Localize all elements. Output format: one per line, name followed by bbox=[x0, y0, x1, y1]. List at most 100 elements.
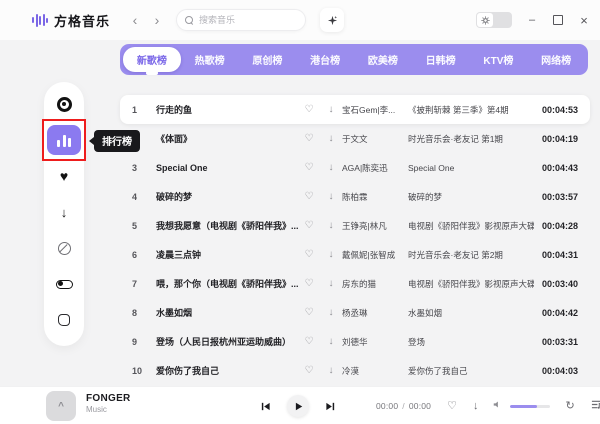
minimize-button[interactable]: – bbox=[526, 14, 538, 26]
tab[interactable]: 欧美榜 bbox=[354, 47, 412, 72]
like-button[interactable]: ♡ bbox=[298, 163, 320, 173]
maximize-button[interactable] bbox=[552, 14, 564, 26]
tab-label: 日韩榜 bbox=[426, 52, 456, 67]
like-button[interactable]: ♡ bbox=[447, 401, 457, 412]
download-button[interactable]: ↓ bbox=[320, 366, 342, 376]
app-title: 方格音乐 bbox=[54, 11, 110, 30]
song-duration: 00:03:40 bbox=[534, 279, 578, 289]
album-thumb[interactable]: ^ bbox=[46, 391, 76, 421]
song-album: 时光音乐会·老友记 第2期 bbox=[402, 249, 534, 261]
like-button[interactable]: ♡ bbox=[298, 105, 320, 115]
tab-label: 新歌榜 bbox=[137, 52, 167, 67]
song-row[interactable]: 10 爱你伤了我自己 ♡ ↓ 冷漠 爱你伤了我自己 00:04:03 bbox=[120, 356, 590, 385]
song-row[interactable]: 1 行走的鱼 ♡ ↓ 宝石Gem|李... 《披荆斩棘 第三季》第4期 00:0… bbox=[120, 95, 590, 124]
like-button[interactable]: ♡ bbox=[298, 221, 320, 231]
song-row[interactable]: 3 Special One ♡ ↓ AGA|陈奕迅 Special One 00… bbox=[120, 153, 590, 182]
disc-icon bbox=[57, 97, 72, 112]
download-button[interactable]: ↓ bbox=[320, 134, 342, 144]
sidebar-item-theme[interactable] bbox=[44, 302, 84, 338]
like-button[interactable]: ♡ bbox=[298, 279, 320, 289]
tab[interactable]: 热歌榜 bbox=[181, 47, 239, 72]
sidebar-item-restricted[interactable] bbox=[44, 230, 84, 266]
like-button[interactable]: ♡ bbox=[298, 134, 320, 144]
theme-toggle[interactable] bbox=[476, 12, 512, 28]
heart-outline-icon: ♡ bbox=[305, 104, 314, 115]
song-artist: 陈柏霖 bbox=[342, 191, 402, 203]
song-index: 1 bbox=[132, 105, 156, 115]
song-row[interactable]: 7 喂，那个你（电视剧《骄阳伴我》... ♡ ↓ 房东的猫 电视剧《骄阳伴我》影… bbox=[120, 269, 590, 298]
play-button[interactable] bbox=[287, 395, 309, 417]
download-icon: ↓ bbox=[329, 220, 334, 231]
tab[interactable]: 日韩榜 bbox=[412, 47, 470, 72]
tab[interactable]: KTV榜 bbox=[470, 47, 528, 72]
chevron-left-icon: ‹ bbox=[133, 12, 138, 28]
like-button[interactable]: ♡ bbox=[298, 366, 320, 376]
song-row[interactable]: 8 水墨如烟 ♡ ↓ 杨丞琳 水墨如烟 00:04:42 bbox=[120, 298, 590, 327]
heart-outline-icon: ♡ bbox=[305, 249, 314, 260]
download-button[interactable]: ↓ bbox=[320, 337, 342, 347]
download-button[interactable]: ↓ bbox=[320, 163, 342, 173]
tab[interactable]: 网络榜 bbox=[527, 47, 585, 72]
heart-outline-icon: ♡ bbox=[305, 191, 314, 202]
brand-subtitle: Music bbox=[86, 405, 131, 414]
next-button[interactable] bbox=[325, 401, 336, 412]
download-icon: ↓ bbox=[329, 104, 334, 115]
back-button[interactable]: ‹ bbox=[128, 13, 142, 27]
song-title: 行走的鱼 bbox=[156, 103, 298, 116]
tooltip-label: 排行榜 bbox=[102, 137, 132, 148]
download-button[interactable]: ↓ bbox=[320, 105, 342, 115]
download-icon: ↓ bbox=[61, 206, 68, 219]
song-album: 时光音乐会·老友记 第1期 bbox=[402, 133, 534, 145]
search-input[interactable] bbox=[199, 15, 289, 25]
sidebar-item-favorites[interactable]: ♥ bbox=[44, 158, 84, 194]
ban-icon bbox=[58, 242, 71, 255]
download-button[interactable]: ↓ bbox=[320, 221, 342, 231]
song-artist: 宝石Gem|李... bbox=[342, 104, 402, 116]
close-button[interactable]: × bbox=[578, 14, 590, 26]
sidebar-item-switch[interactable] bbox=[44, 266, 84, 302]
volume-button[interactable] bbox=[493, 400, 502, 412]
playlist-button[interactable] bbox=[591, 399, 600, 413]
repeat-button[interactable]: ↻ bbox=[566, 401, 575, 412]
sidebar: ♥ ↓ bbox=[44, 82, 84, 346]
previous-icon bbox=[260, 401, 271, 412]
like-button[interactable]: ♡ bbox=[298, 308, 320, 318]
download-button[interactable]: ↓ bbox=[473, 401, 479, 412]
tab[interactable]: 新歌榜 bbox=[123, 47, 181, 72]
like-button[interactable]: ♡ bbox=[298, 250, 320, 260]
song-row[interactable]: 2 《体面》 ♡ ↓ 于文文 时光音乐会·老友记 第1期 00:04:19 bbox=[120, 124, 590, 153]
download-icon: ↓ bbox=[329, 133, 334, 144]
song-artist: 房东的猫 bbox=[342, 278, 402, 290]
sidebar-item-music[interactable] bbox=[44, 86, 84, 122]
song-album: 破碎的梦 bbox=[402, 191, 534, 203]
previous-button[interactable] bbox=[260, 401, 271, 412]
sparkle-button[interactable] bbox=[320, 8, 344, 32]
like-button[interactable]: ♡ bbox=[298, 337, 320, 347]
volume-slider[interactable] bbox=[510, 405, 550, 408]
search-box[interactable] bbox=[176, 9, 306, 31]
like-button[interactable]: ♡ bbox=[298, 192, 320, 202]
volume-icon bbox=[493, 400, 502, 409]
song-row[interactable]: 4 破碎的梦 ♡ ↓ 陈柏霖 破碎的梦 00:03:57 bbox=[120, 182, 590, 211]
sidebar-item-downloads[interactable]: ↓ bbox=[44, 194, 84, 230]
song-row[interactable]: 5 我想我愿意（电视剧《骄阳伴我》... ♡ ↓ 王铮亮|林凡 电视剧《骄阳伴我… bbox=[120, 211, 590, 240]
song-row[interactable]: 9 登场（人民日报杭州亚运助威曲） ♡ ↓ 刘德华 登场 00:03:31 bbox=[120, 327, 590, 356]
song-artist: 冷漠 bbox=[342, 365, 402, 377]
song-row[interactable]: 6 凌晨三点钟 ♡ ↓ 戴佩妮|张智成 时光音乐会·老友记 第2期 00:04:… bbox=[120, 240, 590, 269]
tab[interactable]: 原创榜 bbox=[239, 47, 297, 72]
time-display: 00:00/00:00 bbox=[376, 401, 431, 411]
download-icon: ↓ bbox=[329, 191, 334, 202]
song-title: 我想我愿意（电视剧《骄阳伴我》... bbox=[156, 219, 298, 232]
tab[interactable]: 港台榜 bbox=[296, 47, 354, 72]
waveform-icon bbox=[32, 13, 48, 27]
download-button[interactable]: ↓ bbox=[320, 250, 342, 260]
song-artist: 刘德华 bbox=[342, 336, 402, 348]
play-icon bbox=[294, 402, 303, 411]
song-duration: 00:04:53 bbox=[534, 105, 578, 115]
song-album: 水墨如烟 bbox=[402, 307, 534, 319]
sidebar-item-ranking[interactable] bbox=[44, 122, 84, 158]
download-button[interactable]: ↓ bbox=[320, 308, 342, 318]
download-button[interactable]: ↓ bbox=[320, 279, 342, 289]
download-button[interactable]: ↓ bbox=[320, 192, 342, 202]
forward-button[interactable]: › bbox=[150, 13, 164, 27]
